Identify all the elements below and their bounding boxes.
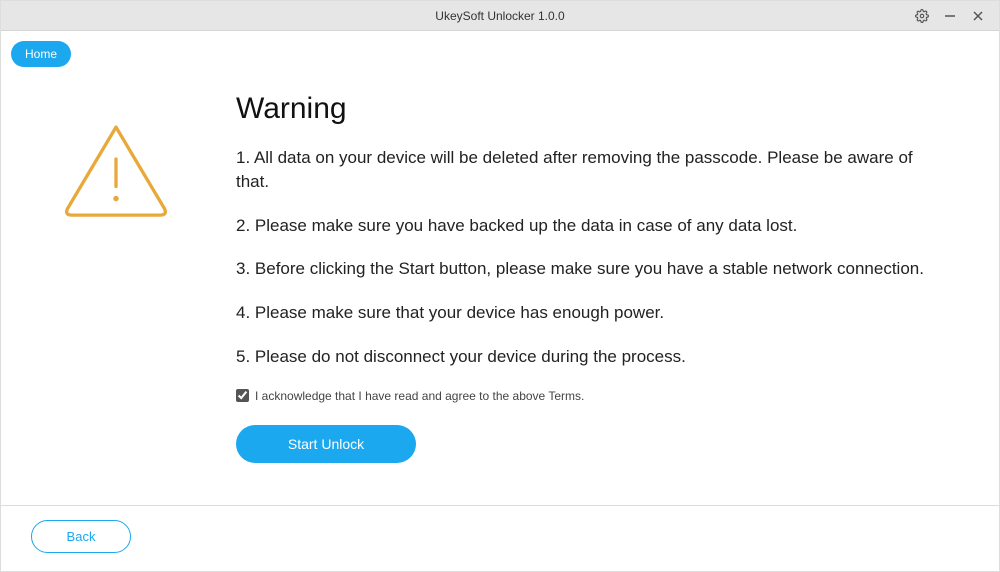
warning-list: 1. All data on your device will be delet… <box>236 146 929 369</box>
terms-label: I acknowledge that I have read and agree… <box>255 389 584 403</box>
minimize-icon[interactable] <box>943 9 957 23</box>
content-column: Warning 1. All data on your device will … <box>221 92 929 495</box>
titlebar: UkeySoft Unlocker 1.0.0 <box>1 1 999 31</box>
warning-triangle-icon <box>61 120 171 220</box>
main-content: Warning 1. All data on your device will … <box>1 67 999 505</box>
footer: Back <box>1 505 999 571</box>
titlebar-controls <box>915 1 999 30</box>
warning-item: 5. Please do not disconnect your device … <box>236 345 929 369</box>
page-title: Warning <box>236 92 929 126</box>
terms-checkbox[interactable] <box>236 389 249 402</box>
back-button[interactable]: Back <box>31 520 131 553</box>
window-title: UkeySoft Unlocker 1.0.0 <box>435 9 564 23</box>
home-bar: Home <box>1 31 999 67</box>
close-icon[interactable] <box>971 9 985 23</box>
warning-item: 2. Please make sure you have backed up t… <box>236 214 929 238</box>
warning-item: 3. Before clicking the Start button, ple… <box>236 257 929 281</box>
start-unlock-button[interactable]: Start Unlock <box>236 425 416 463</box>
warning-icon-column <box>61 92 221 495</box>
warning-item: 1. All data on your device will be delet… <box>236 146 929 194</box>
home-button[interactable]: Home <box>11 41 71 67</box>
terms-row[interactable]: I acknowledge that I have read and agree… <box>236 389 929 403</box>
settings-icon[interactable] <box>915 9 929 23</box>
warning-item: 4. Please make sure that your device has… <box>236 301 929 325</box>
